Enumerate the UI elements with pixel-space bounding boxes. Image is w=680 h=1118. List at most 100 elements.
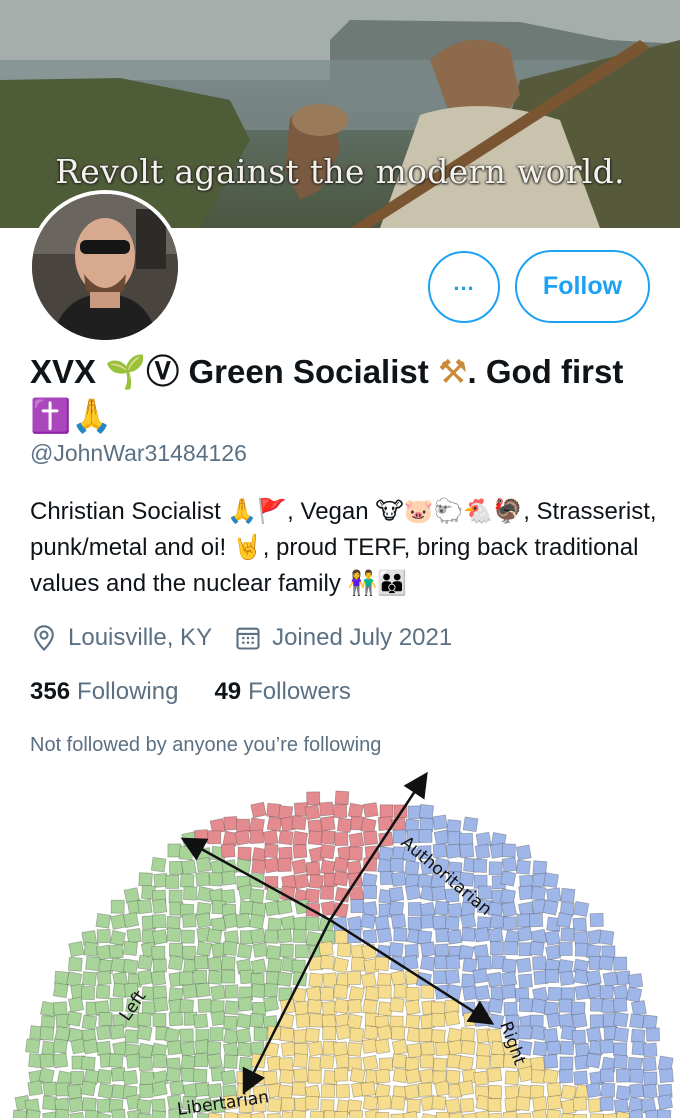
compass-tile [293, 1068, 309, 1083]
compass-tile [402, 1110, 419, 1118]
compass-tile [445, 954, 461, 970]
compass-tile [486, 1067, 503, 1083]
compass-tile [194, 1053, 209, 1068]
bio-text: , Vegan [287, 498, 376, 525]
compass-tile [137, 1042, 154, 1059]
compass-tile [420, 1112, 437, 1118]
compass-graphic: Left Right Authoritarian Libertarian [12, 771, 674, 1118]
compass-tile [165, 1066, 182, 1083]
compass-tile [165, 874, 180, 889]
compass-tile [500, 870, 517, 887]
compass-tile [490, 941, 505, 956]
compass-tile [224, 984, 239, 999]
compass-tile [237, 846, 252, 861]
compass-tile [220, 1069, 237, 1086]
compass-tile [138, 872, 153, 887]
compass-tile [612, 1011, 629, 1028]
compass-tile [137, 954, 154, 971]
compass-tile [545, 944, 562, 961]
compass-tile [195, 912, 212, 929]
compass-tile [459, 1097, 475, 1113]
compass-tile [532, 956, 547, 971]
compass-tile [182, 913, 197, 928]
compass-tile [96, 970, 112, 986]
compass-tile [322, 1026, 337, 1041]
compass-tile [528, 913, 544, 928]
compass-tile [194, 955, 209, 970]
compass-tile [487, 927, 504, 943]
compass-tile [573, 1070, 589, 1086]
compass-tile [152, 958, 167, 973]
compass-tile [81, 1097, 97, 1112]
compass-tile [542, 1068, 559, 1085]
compass-tile [252, 942, 269, 958]
compass-tile [544, 929, 561, 947]
compass-tile [139, 1083, 154, 1099]
compass-tile [180, 1054, 196, 1070]
compass-tile [462, 816, 479, 833]
bio-emoji: 🐮🐷🐑🐔🦃 [375, 498, 524, 525]
compass-tile [319, 843, 336, 860]
display-name: XVX 🌱Ⓥ Green Socialist ⚒. God first ✝️🙏 [30, 350, 650, 438]
compass-tile [52, 1001, 68, 1017]
compass-tile [530, 1056, 546, 1072]
compass-tile [348, 832, 365, 849]
compass-tile [613, 1054, 629, 1070]
compass-tile [195, 871, 211, 887]
compass-tile [502, 1110, 518, 1118]
compass-tile [362, 802, 379, 818]
compass-tile [263, 843, 279, 859]
followers-link[interactable]: 49 Followers [214, 678, 350, 706]
compass-tile [601, 1082, 616, 1098]
compass-tile [80, 1080, 97, 1097]
more-options-button[interactable]: ... [428, 251, 500, 323]
compass-tile [335, 1024, 352, 1041]
follow-button[interactable]: Follow [515, 250, 650, 323]
compass-tile [332, 957, 350, 974]
compass-tile [571, 1012, 588, 1029]
compass-tile [320, 815, 336, 832]
compass-tile [151, 928, 168, 945]
compass-tile [248, 913, 265, 930]
compass-tile [294, 1000, 310, 1016]
calendar-icon [236, 627, 260, 650]
compass-tile [558, 998, 573, 1013]
compass-tile [250, 928, 266, 944]
following-link[interactable]: 356 Following [30, 678, 178, 706]
compass-tile [488, 1112, 504, 1118]
compass-tile [334, 930, 349, 944]
compass-tile [137, 969, 154, 986]
compass-tile [95, 912, 112, 929]
compass-tile [137, 898, 153, 915]
compass-tile [502, 916, 518, 931]
compass-tile [545, 968, 560, 984]
compass-tile [250, 801, 267, 819]
location-text: Louisville, KY [68, 624, 213, 651]
compass-tile [236, 943, 253, 959]
compass-tile [444, 1010, 461, 1027]
compass-tile [307, 1069, 322, 1084]
compass-tile [66, 1010, 83, 1027]
compass-tile [336, 817, 353, 833]
compass-tile [362, 1095, 379, 1111]
compass-tile [407, 916, 422, 931]
compass-tile [168, 889, 183, 904]
compass-tile [420, 941, 436, 958]
compass-tile [263, 1070, 278, 1086]
compass-tile [446, 929, 463, 945]
compass-tile [38, 1067, 55, 1084]
compass-tile [277, 857, 292, 873]
compass-tile [432, 970, 448, 985]
bio-emoji: 🤘 [232, 534, 263, 561]
compass-tile [390, 1095, 406, 1111]
compass-tile [517, 973, 533, 989]
compass-tile [530, 997, 547, 1014]
compass-tile [431, 1095, 447, 1111]
compass-tile [180, 1067, 195, 1083]
compass-tile [431, 1012, 446, 1028]
avatar[interactable] [28, 190, 182, 344]
compass-tile [542, 899, 559, 916]
compass-tile [404, 1068, 422, 1085]
compass-tile [418, 1068, 435, 1085]
not-followed-notice: Not followed by anyone you’re following [30, 734, 382, 756]
